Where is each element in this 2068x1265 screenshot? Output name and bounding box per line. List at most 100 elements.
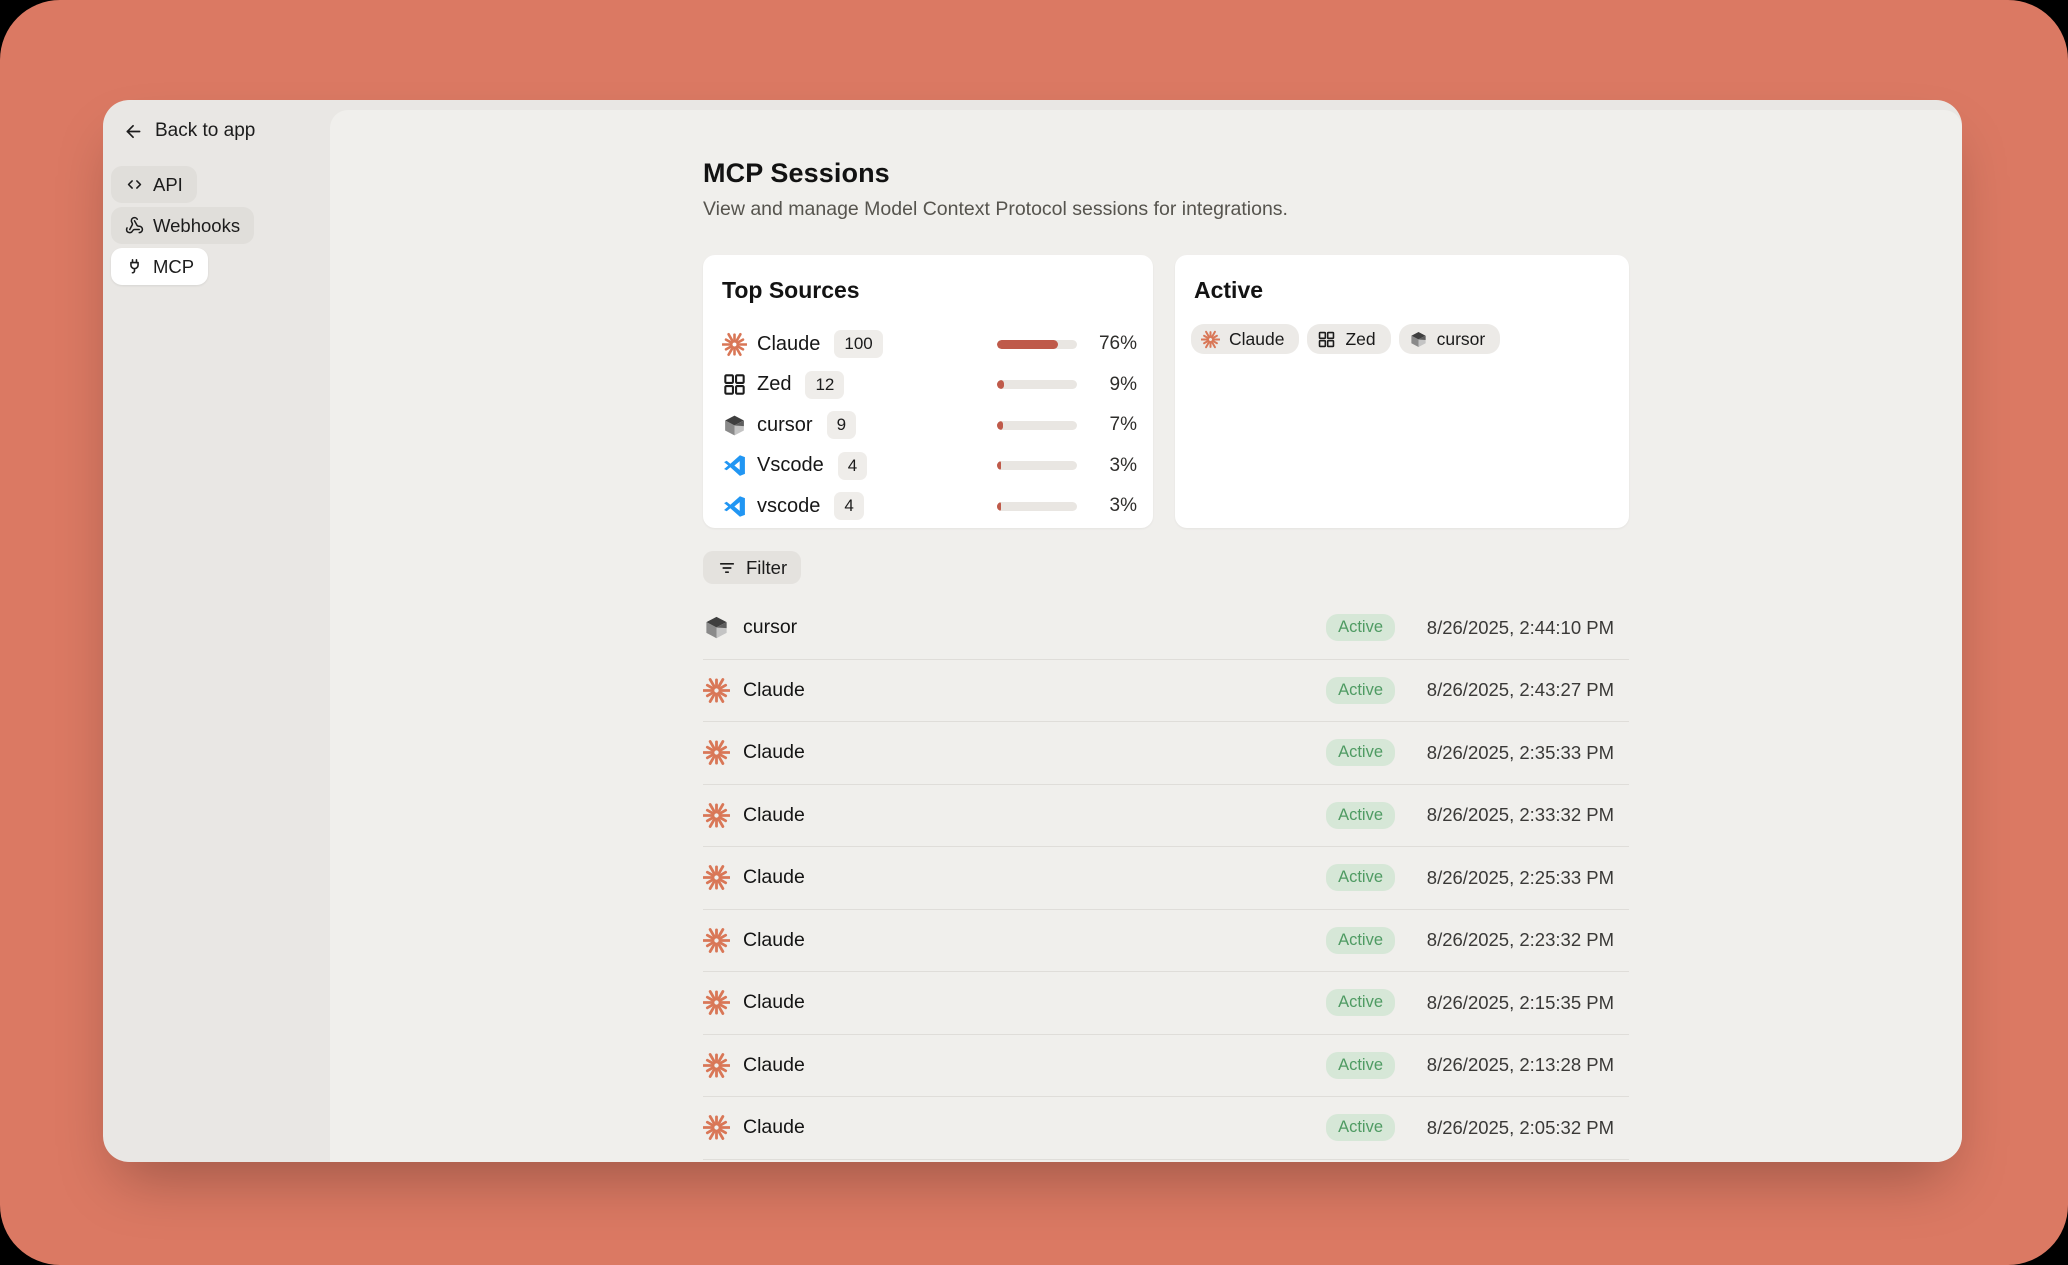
- source-bar-group: 3%: [997, 455, 1137, 477]
- source-percent-label: 76%: [1087, 333, 1137, 355]
- source-name: Claude: [757, 333, 820, 356]
- vscode-icon: [722, 494, 747, 519]
- session-name: cursor: [743, 616, 797, 639]
- session-row[interactable]: ClaudeActive8/26/2025, 2:35:33 PM: [703, 722, 1629, 785]
- chip-label: Claude: [1229, 329, 1284, 350]
- session-row[interactable]: cursorActive8/26/2025, 2:44:10 PM: [703, 597, 1629, 660]
- zed-icon: [722, 372, 747, 397]
- sidebar-item-label: API: [153, 174, 183, 196]
- session-timestamp: 8/26/2025, 2:25:33 PM: [1408, 867, 1614, 889]
- source-percent-label: 3%: [1087, 495, 1137, 517]
- session-timestamp: 8/26/2025, 2:05:32 PM: [1408, 1117, 1614, 1139]
- progress-bar-fill: [997, 421, 1003, 430]
- session-row[interactable]: Claude Active 8/26/2025, 2:23:32 PM: [703, 910, 1629, 973]
- back-to-app-button[interactable]: Back to app: [123, 120, 322, 142]
- session-timestamp: 8/26/2025, 2:35:33 PM: [1408, 742, 1614, 764]
- session-list: cursorActive8/26/2025, 2:44:10 PMClaudeA…: [703, 597, 1629, 1160]
- session-row[interactable]: ClaudeActive8/26/2025, 2:43:27 PM: [703, 660, 1629, 723]
- plug-icon: [125, 257, 144, 276]
- session-timestamp: 8/26/2025, 2:13:28 PM: [1408, 1054, 1614, 1076]
- session-name: Claude: [743, 866, 805, 889]
- active-card-title: Active: [1194, 277, 1613, 304]
- status-badge: Active: [1326, 1114, 1395, 1141]
- active-chips: Claude Zed cursor: [1191, 324, 1613, 354]
- session-row[interactable]: Claude Active 8/26/2025, 2:15:35 PM: [703, 972, 1629, 1035]
- source-row: Zed129%: [719, 365, 1137, 406]
- claude-icon: [703, 989, 730, 1016]
- claude-icon: [703, 677, 730, 704]
- active-source-chip-claude: Claude: [1191, 324, 1299, 354]
- status-badge: Active: [1326, 989, 1395, 1016]
- claude-icon: [703, 739, 730, 766]
- arrow-left-icon: [123, 121, 144, 142]
- progress-bar-track: [997, 340, 1077, 349]
- page-title: MCP Sessions: [703, 158, 1629, 189]
- sidebar-item-webhooks[interactable]: Webhooks: [111, 207, 254, 244]
- sidebar-nav: API Webhooks MCP: [111, 166, 322, 285]
- status-badge: Active: [1326, 802, 1395, 829]
- active-card: Active Claude Zed cursor: [1175, 255, 1629, 528]
- status-badge: Active: [1326, 614, 1395, 641]
- session-name: Claude: [743, 1116, 805, 1139]
- session-timestamp: 8/26/2025, 2:43:27 PM: [1408, 679, 1614, 701]
- status-badge: Active: [1326, 1052, 1395, 1079]
- progress-bar-track: [997, 380, 1077, 389]
- progress-bar-fill: [997, 461, 1001, 470]
- source-row: cursor97%: [719, 405, 1137, 446]
- source-name: Zed: [757, 373, 791, 396]
- chip-label: Zed: [1345, 329, 1375, 350]
- session-row[interactable]: Claude Active 8/26/2025, 2:13:28 PM: [703, 1035, 1629, 1098]
- vscode-icon: [722, 453, 747, 478]
- webhook-icon: [125, 216, 144, 235]
- source-count-badge: 4: [834, 492, 863, 520]
- claude-icon: [722, 332, 747, 357]
- sidebar: Back to app API Webhooks MCP: [103, 100, 330, 1162]
- filter-button[interactable]: Filter: [703, 551, 801, 584]
- session-timestamp: 8/26/2025, 2:23:32 PM: [1408, 929, 1614, 951]
- cursor-icon: [722, 413, 747, 438]
- sidebar-item-mcp[interactable]: MCP: [111, 248, 208, 285]
- progress-bar-track: [997, 502, 1077, 511]
- session-name: Claude: [743, 804, 805, 827]
- code-icon: [125, 175, 144, 194]
- source-bar-group: 76%: [997, 333, 1137, 355]
- content-area: MCP Sessions View and manage Model Conte…: [703, 158, 1629, 1160]
- claude-icon: [703, 802, 730, 829]
- sidebar-item-label: Webhooks: [153, 215, 240, 237]
- sidebar-item-api[interactable]: API: [111, 166, 197, 203]
- claude-icon: [703, 927, 730, 954]
- source-count-badge: 100: [834, 330, 882, 358]
- session-name: Claude: [743, 679, 805, 702]
- status-badge: Active: [1326, 927, 1395, 954]
- session-timestamp: 8/26/2025, 2:15:35 PM: [1408, 992, 1614, 1014]
- top-sources-title: Top Sources: [722, 277, 1137, 304]
- cursor-icon: [1409, 330, 1428, 349]
- session-name: Claude: [743, 1054, 805, 1077]
- source-bar-group: 9%: [997, 374, 1137, 396]
- session-row[interactable]: Claude Active 8/26/2025, 2:25:33 PM: [703, 847, 1629, 910]
- chip-label: cursor: [1437, 329, 1486, 350]
- session-row[interactable]: Claude Active 8/26/2025, 2:05:32 PM: [703, 1097, 1629, 1160]
- session-name: Claude: [743, 991, 805, 1014]
- claude-icon: [1201, 330, 1220, 349]
- active-source-chip-cursor: cursor: [1399, 324, 1501, 354]
- active-source-chip-zed: Zed: [1307, 324, 1390, 354]
- top-sources-list: Claude10076%Zed129%cursor97%Vscode43%vsc…: [719, 324, 1137, 527]
- filter-label: Filter: [746, 557, 787, 579]
- session-row[interactable]: ClaudeActive8/26/2025, 2:33:32 PM: [703, 785, 1629, 848]
- claude-icon: [703, 1052, 730, 1079]
- source-count-badge: 4: [838, 452, 867, 480]
- source-row: Claude 100 76%: [719, 324, 1137, 365]
- source-bar-group: 7%: [997, 414, 1137, 436]
- source-percent-label: 7%: [1087, 414, 1137, 436]
- progress-bar-fill: [997, 340, 1058, 349]
- zed-icon: [1317, 330, 1336, 349]
- desktop-background: Back to app API Webhooks MCP MCP Sessions …: [0, 0, 2068, 1265]
- source-percent-label: 3%: [1087, 455, 1137, 477]
- back-to-app-label: Back to app: [155, 120, 255, 142]
- session-name: Claude: [743, 929, 805, 952]
- source-percent-label: 9%: [1087, 374, 1137, 396]
- status-badge: Active: [1326, 864, 1395, 891]
- progress-bar-track: [997, 461, 1077, 470]
- cursor-icon: [703, 614, 730, 641]
